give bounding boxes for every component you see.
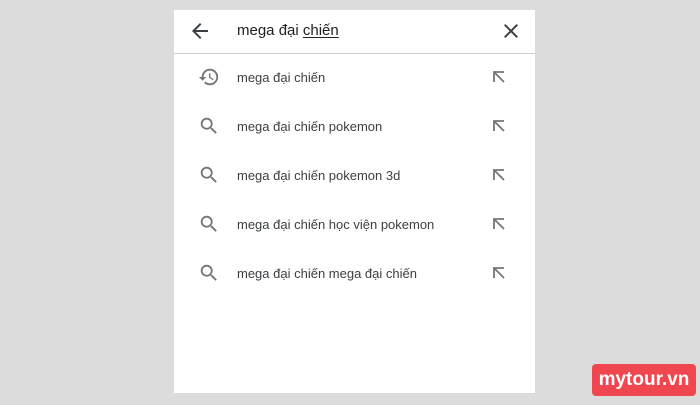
- arrow-up-left-icon[interactable]: [490, 264, 508, 282]
- search-icon: [198, 164, 220, 186]
- suggestion-list: mega đại chiến mega đại chiến pokemon me…: [174, 54, 535, 299]
- suggestion-item[interactable]: mega đại chiến mega đại chiến: [174, 250, 535, 299]
- arrow-up-left-icon[interactable]: [490, 68, 508, 86]
- suggestion-label: mega đại chiến: [237, 70, 326, 85]
- suggestion-item[interactable]: mega đại chiến pokemon 3d: [174, 152, 535, 201]
- search-icon: [198, 262, 220, 284]
- search-query-text: mega đại: [237, 22, 303, 39]
- search-bar: mega đại chiến: [174, 10, 535, 54]
- close-icon[interactable]: [499, 19, 523, 43]
- history-icon: [198, 66, 220, 88]
- suggestion-item[interactable]: mega đại chiến học viện pokemon: [174, 201, 535, 250]
- suggestion-label: mega đại chiến mega đại chiến: [237, 266, 417, 281]
- arrow-left-icon[interactable]: [188, 19, 212, 43]
- suggestion-label: mega đại chiến học viện pokemon: [237, 217, 435, 232]
- search-panel: mega đại chiến mega đại chiến mega đại c…: [174, 10, 535, 393]
- search-query-underlined: chiến: [302, 22, 339, 39]
- arrow-up-left-icon[interactable]: [490, 117, 508, 135]
- search-icon: [198, 115, 220, 137]
- arrow-up-left-icon[interactable]: [490, 166, 508, 184]
- search-icon: [198, 213, 220, 235]
- suggestion-item[interactable]: mega đại chiến: [174, 54, 535, 103]
- arrow-up-left-icon[interactable]: [490, 215, 508, 233]
- suggestion-label: mega đại chiến pokemon: [237, 119, 383, 134]
- suggestion-label: mega đại chiến pokemon 3d: [237, 168, 401, 183]
- mytour-watermark-logo: mytour.vn: [592, 364, 696, 396]
- suggestion-item[interactable]: mega đại chiến pokemon: [174, 103, 535, 152]
- search-input[interactable]: mega đại chiến: [237, 21, 339, 41]
